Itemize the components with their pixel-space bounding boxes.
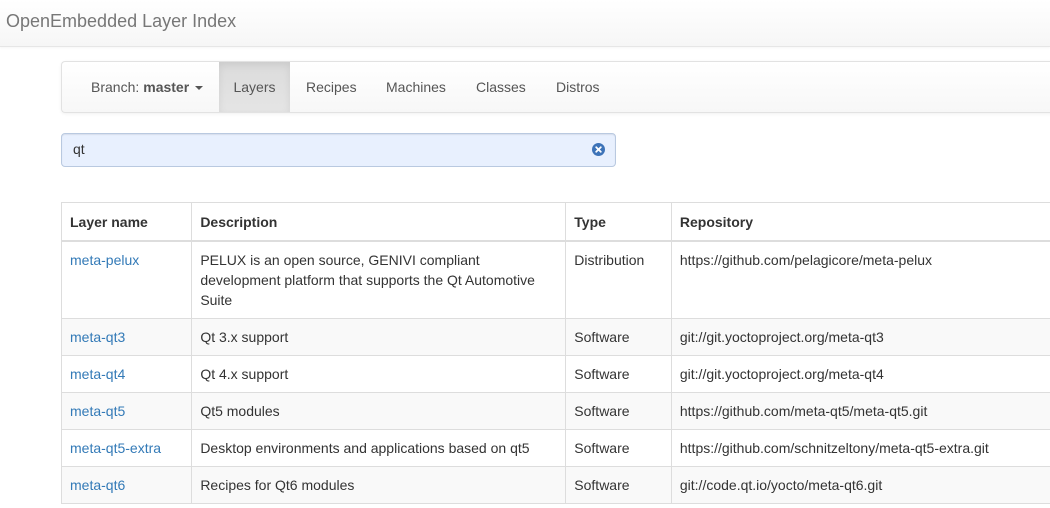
cell-repository: git://git.yoctoproject.org/meta-qt4 [670, 355, 1050, 393]
cell-description: Desktop environments and applications ba… [191, 429, 567, 467]
cell-type: Software [565, 355, 672, 393]
cell-type: Software [565, 318, 672, 356]
branch-dropdown[interactable]: Branch: master [91, 62, 204, 112]
cell-description: Qt 3.x support [191, 318, 567, 356]
layer-link[interactable]: meta-qt3 [70, 329, 125, 345]
cell-description: Recipes for Qt6 modules [191, 466, 567, 504]
cell-type: Software [565, 466, 672, 504]
cell-description: Qt5 modules [191, 392, 567, 430]
cell-layer-name: meta-pelux [60, 240, 193, 319]
cell-layer-name: meta-qt6 [60, 466, 193, 504]
column-header-description[interactable]: Description [191, 202, 567, 242]
cell-repository: git://code.qt.io/yocto/meta-qt6.git [670, 466, 1050, 504]
layer-link[interactable]: meta-pelux [70, 252, 139, 268]
column-header-layer-name[interactable]: Layer name [60, 202, 193, 242]
tab-recipes[interactable]: Recipes [306, 62, 357, 112]
table-row: meta-qt3 Qt 3.x support Software git://g… [60, 318, 1050, 356]
main-nav: Branch: master Layers Recipes Machines Cl… [61, 61, 1050, 113]
tab-label: Recipes [306, 79, 357, 95]
cell-description: PELUX is an open source, GENIVI complian… [191, 240, 567, 319]
table-row: meta-qt5 Qt5 modules Software https://gi… [60, 392, 1050, 430]
tab-distros[interactable]: Distros [556, 62, 600, 112]
cell-type: Software [565, 392, 672, 430]
cell-repository: https://github.com/pelagicore/meta-pelux [670, 240, 1050, 319]
branch-value: master [143, 79, 190, 95]
layers-table: Layer name Description Type Repository m… [60, 202, 1050, 504]
cell-layer-name: meta-qt5 [60, 392, 193, 430]
table-header-row: Layer name Description Type Repository [60, 202, 1050, 242]
cell-repository: https://github.com/meta-qt5/meta-qt5.git [670, 392, 1050, 430]
column-header-type[interactable]: Type [565, 202, 672, 242]
table-row: meta-qt6 Recipes for Qt6 modules Softwar… [60, 466, 1050, 504]
cell-repository: git://git.yoctoproject.org/meta-qt3 [670, 318, 1050, 356]
cell-layer-name: meta-qt5-extra [60, 429, 193, 467]
tab-label: Machines [386, 79, 446, 95]
table-row: meta-pelux PELUX is an open source, GENI… [60, 240, 1050, 319]
tab-label: Classes [476, 79, 526, 95]
search-input[interactable] [62, 134, 583, 164]
cell-type: Distribution [565, 240, 672, 319]
layer-link[interactable]: meta-qt5 [70, 403, 125, 419]
layer-link[interactable]: meta-qt4 [70, 366, 125, 382]
tab-machines[interactable]: Machines [386, 62, 446, 112]
layer-link[interactable]: meta-qt6 [70, 477, 125, 493]
tab-label: Layers [233, 79, 276, 95]
column-header-repository[interactable]: Repository [670, 202, 1050, 242]
tab-layers[interactable]: Layers [219, 62, 290, 112]
clear-circle-icon[interactable] [592, 143, 605, 156]
branch-label: Branch: [91, 79, 140, 95]
search-box [61, 133, 616, 167]
tab-classes[interactable]: Classes [476, 62, 526, 112]
cell-repository: https://github.com/schnitzeltony/meta-qt… [670, 429, 1050, 467]
brand-link[interactable]: OpenEmbedded Layer Index [6, 11, 236, 32]
layer-link[interactable]: meta-qt5-extra [70, 440, 161, 456]
table-row: meta-qt4 Qt 4.x support Software git://g… [60, 355, 1050, 393]
cell-description: Qt 4.x support [191, 355, 567, 393]
tab-label: Distros [556, 79, 600, 95]
cell-type: Software [565, 429, 672, 467]
caret-down-icon [195, 86, 204, 91]
cell-layer-name: meta-qt4 [60, 355, 193, 393]
top-bar: OpenEmbedded Layer Index [0, 0, 1050, 47]
table-row: meta-qt5-extra Desktop environments and … [60, 429, 1050, 467]
cell-layer-name: meta-qt3 [60, 318, 193, 356]
